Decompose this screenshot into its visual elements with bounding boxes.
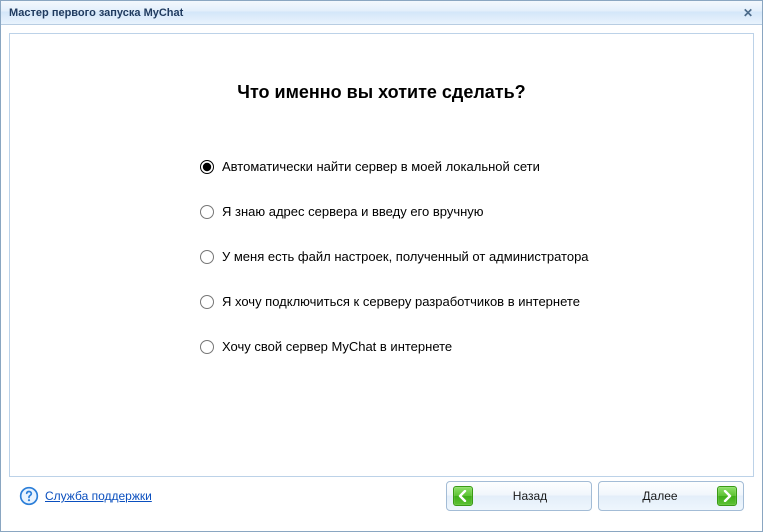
radio-settings-file[interactable] <box>200 250 214 264</box>
close-icon: ✕ <box>743 6 753 20</box>
body-area: Что именно вы хотите сделать? Автоматиче… <box>1 25 762 531</box>
option-label: Я знаю адрес сервера и введу его вручную <box>222 204 484 219</box>
arrow-left-icon <box>453 486 473 506</box>
window-title: Мастер первого запуска MyChat <box>9 7 740 19</box>
option-label: У меня есть файл настроек, полученный от… <box>222 249 589 264</box>
help-area: Служба поддержки <box>19 486 446 506</box>
option-settings-file[interactable]: У меня есть файл настроек, полученный от… <box>200 249 713 264</box>
next-button[interactable]: Далее <box>598 481 744 511</box>
option-auto-find[interactable]: Автоматически найти сервер в моей локаль… <box>200 159 713 174</box>
option-label: Я хочу подключиться к серверу разработчи… <box>222 294 580 309</box>
back-button[interactable]: Назад <box>446 481 592 511</box>
wizard-window: Мастер первого запуска MyChat ✕ Что имен… <box>0 0 763 532</box>
option-label: Хочу свой сервер MyChat в интернете <box>222 339 452 354</box>
arrow-right-icon <box>717 486 737 506</box>
footer: Служба поддержки Назад Далее <box>9 477 754 523</box>
help-link[interactable]: Служба поддержки <box>45 489 152 503</box>
back-label: Назад <box>475 489 585 503</box>
option-manual-address[interactable]: Я знаю адрес сервера и введу его вручную <box>200 204 713 219</box>
radio-own-server[interactable] <box>200 340 214 354</box>
titlebar: Мастер первого запуска MyChat ✕ <box>1 1 762 25</box>
nav-buttons: Назад Далее <box>446 481 744 511</box>
option-own-server[interactable]: Хочу свой сервер MyChat в интернете <box>200 339 713 354</box>
next-label: Далее <box>605 489 715 503</box>
radio-auto-find[interactable] <box>200 160 214 174</box>
option-group: Автоматически найти сервер в моей локаль… <box>200 159 713 354</box>
page-heading: Что именно вы хотите сделать? <box>50 82 713 103</box>
option-label: Автоматически найти сервер в моей локаль… <box>222 159 540 174</box>
close-button[interactable]: ✕ <box>740 5 756 21</box>
help-icon <box>19 486 39 506</box>
radio-dev-server[interactable] <box>200 295 214 309</box>
content-panel: Что именно вы хотите сделать? Автоматиче… <box>9 33 754 477</box>
option-dev-server[interactable]: Я хочу подключиться к серверу разработчи… <box>200 294 713 309</box>
radio-manual-address[interactable] <box>200 205 214 219</box>
